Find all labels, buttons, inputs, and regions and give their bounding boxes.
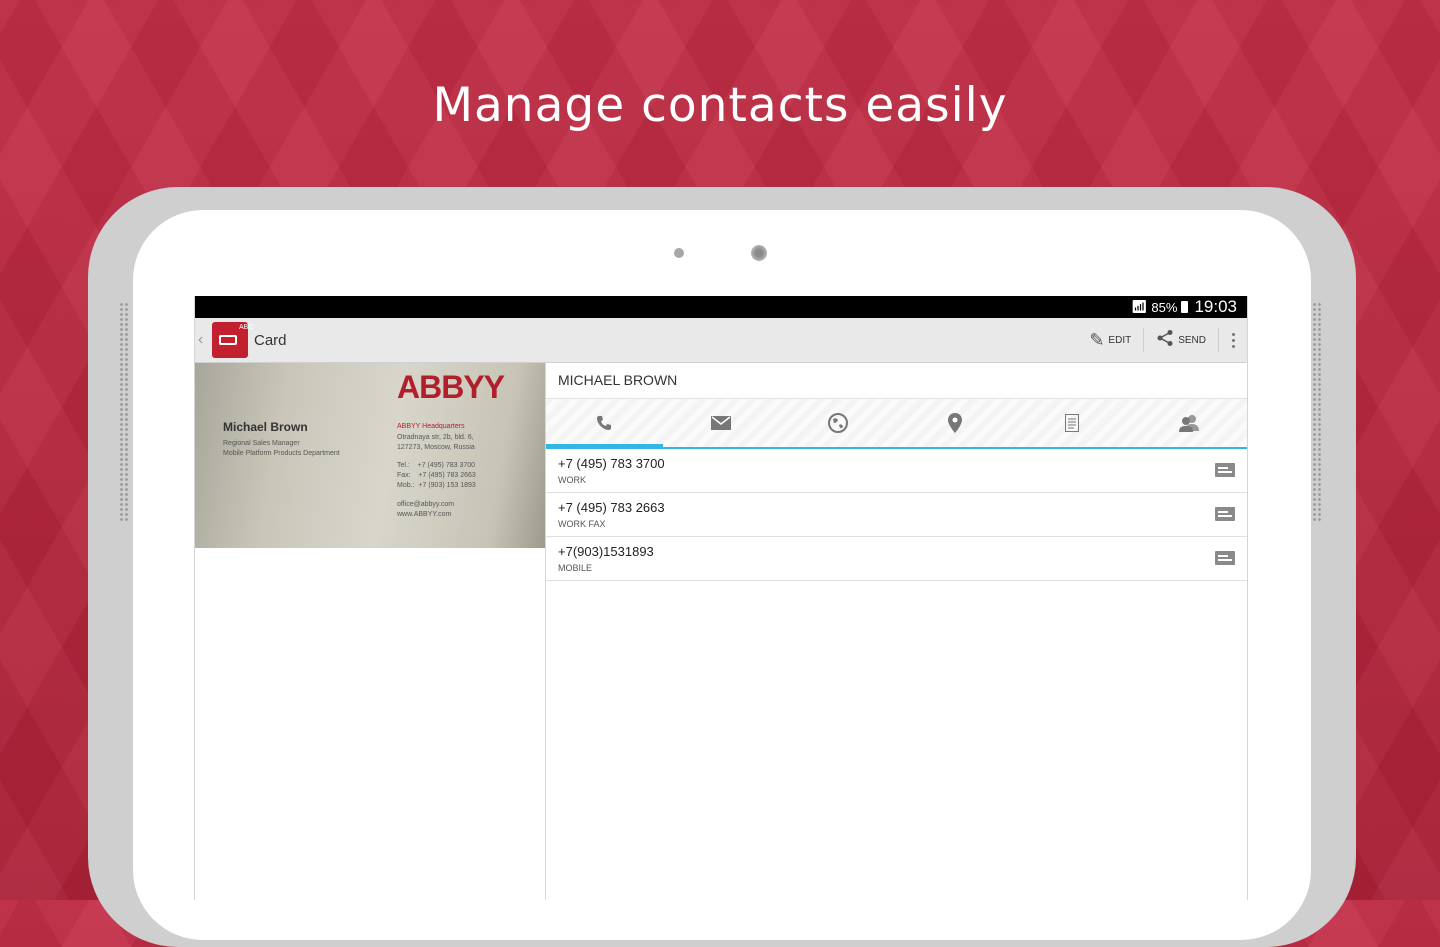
tab-notes[interactable]	[1013, 399, 1130, 447]
battery-icon	[1181, 301, 1189, 313]
action-bar-title: Card	[254, 331, 287, 349]
pencil-icon: ✎	[1089, 329, 1105, 350]
app-icon-letters: ABC	[239, 324, 254, 331]
send-label: SEND	[1178, 334, 1206, 346]
email-icon	[711, 416, 732, 430]
globe-icon	[828, 413, 849, 433]
card-image-pane: ABBYY Michael Brown Regional Sales Manag…	[195, 363, 546, 900]
headline: Manage contacts easily	[432, 78, 1008, 133]
card-phones: Tel.: +7 (495) 783 3700 Fax: +7 (495) 78…	[397, 462, 476, 489]
card-name: Michael Brown	[223, 420, 308, 434]
share-icon	[1156, 329, 1174, 352]
left-speaker-grill	[119, 302, 129, 522]
tab-address[interactable]	[896, 399, 1013, 447]
status-bar: 📶︎ 85% 19:03	[195, 296, 1247, 318]
message-icon[interactable]	[1215, 551, 1235, 565]
contacts-icon	[1178, 415, 1199, 432]
tab-groups[interactable]	[1130, 399, 1247, 447]
phone-icon	[597, 416, 612, 430]
detail-tabs	[546, 399, 1247, 449]
action-bar-actions: ✎ EDIT SEND	[1077, 318, 1247, 362]
wifi-icon: 📶︎	[1130, 299, 1148, 314]
send-button[interactable]: SEND	[1144, 326, 1218, 354]
phone-row[interactable]: +7(903)1531893 MOBILE	[546, 537, 1247, 581]
card-job: Regional Sales Manager Mobile Platform P…	[223, 440, 340, 457]
edit-button[interactable]: ✎ EDIT	[1077, 326, 1143, 354]
location-pin-icon	[947, 413, 962, 433]
card-address: Otradnaya str, 2b, bld. 6, 127273, Mosco…	[397, 434, 475, 451]
phone-type: MOBILE	[558, 563, 593, 573]
battery-percent: 85%	[1151, 299, 1178, 315]
contact-details-pane: MICHAEL BROWN +7 (495) 783 3700 WORK +7 …	[546, 363, 1247, 900]
clock: 19:03	[1194, 297, 1237, 316]
tablet-screen: 📶︎ 85% 19:03 ‹ ABC Card ✎ EDIT SEND ABBY…	[194, 296, 1248, 900]
card-logo: ABBYY	[397, 369, 505, 405]
message-icon[interactable]	[1215, 507, 1235, 521]
app-icon[interactable]: ABC	[212, 322, 254, 358]
overflow-menu-icon[interactable]	[1219, 332, 1247, 348]
phone-type: WORK	[558, 475, 586, 485]
front-camera	[751, 245, 767, 261]
message-icon[interactable]	[1215, 463, 1235, 477]
tab-email[interactable]	[663, 399, 780, 447]
phone-number: +7(903)1531893	[558, 544, 654, 559]
tab-web[interactable]	[780, 399, 897, 447]
phone-number: +7 (495) 783 3700	[558, 456, 665, 471]
contact-name: MICHAEL BROWN	[546, 363, 1247, 399]
content-area: ABBYY Michael Brown Regional Sales Manag…	[195, 363, 1247, 900]
proximity-sensor	[674, 248, 684, 258]
note-icon	[1064, 414, 1079, 432]
edit-label: EDIT	[1108, 334, 1132, 346]
tab-phone[interactable]	[546, 399, 663, 449]
phone-row[interactable]: +7 (495) 783 3700 WORK	[546, 449, 1247, 493]
card-badge-icon	[219, 335, 237, 345]
phone-type: WORK FAX	[558, 519, 606, 529]
card-hq: ABBYY Headquarters	[397, 423, 465, 430]
phone-row[interactable]: +7 (495) 783 2663 WORK FAX	[546, 493, 1247, 537]
card-web: office@abbyy.com www.ABBYY.com	[397, 501, 455, 518]
action-bar: ‹ ABC Card ✎ EDIT SEND	[195, 318, 1247, 363]
business-card-photo[interactable]: ABBYY Michael Brown Regional Sales Manag…	[195, 363, 545, 548]
right-speaker-grill	[1312, 302, 1322, 522]
phone-number: +7 (495) 783 2663	[558, 500, 665, 515]
back-chevron-icon[interactable]: ‹	[198, 331, 210, 349]
